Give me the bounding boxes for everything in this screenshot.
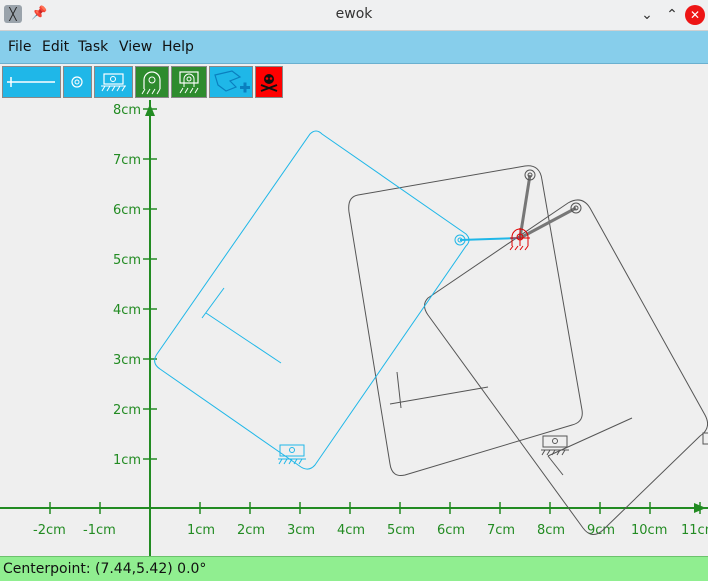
y-tick-label: 5cm bbox=[113, 253, 141, 268]
x-tick-label: 7cm bbox=[487, 523, 515, 538]
menu-task[interactable]: Task bbox=[78, 39, 108, 55]
window-title: ewok bbox=[335, 6, 373, 22]
ground-joint-icon bbox=[141, 71, 161, 95]
x-tick-label: 2cm bbox=[237, 523, 265, 538]
add-body-icon bbox=[214, 70, 250, 93]
status-text: Centerpoint: (7.44,5.42) 0.0° bbox=[3, 561, 207, 577]
toolbar bbox=[0, 64, 708, 100]
slider-tool-button[interactable] bbox=[94, 66, 133, 98]
y-tick-label: 1cm bbox=[113, 453, 141, 468]
menu-bar: File Edit Task View Help bbox=[0, 31, 708, 64]
menu-help[interactable]: Help bbox=[162, 39, 194, 55]
ground-slider-tool-button[interactable] bbox=[171, 66, 207, 98]
minimize-button[interactable]: ⌄ bbox=[637, 5, 657, 25]
delete-tool-button[interactable] bbox=[255, 66, 283, 98]
status-bar: Centerpoint: (7.44,5.42) 0.0° bbox=[0, 556, 708, 581]
y-tick-label: 3cm bbox=[113, 353, 141, 368]
title-bar: ╳ 📌 ewok ⌄ ⌃ ✕ bbox=[0, 0, 708, 31]
y-tick-label: 8cm bbox=[113, 103, 141, 118]
link-tool-button[interactable] bbox=[2, 66, 61, 98]
y-tick-label: 2cm bbox=[113, 403, 141, 418]
add-body-tool-button[interactable] bbox=[209, 66, 253, 98]
x-tick-label: 6cm bbox=[437, 523, 465, 538]
body-2[interactable] bbox=[348, 165, 583, 476]
x-tick-label: -1cm bbox=[83, 523, 116, 538]
y-axis-arrow bbox=[145, 104, 155, 116]
ground-joint-tool-button[interactable] bbox=[135, 66, 169, 98]
ground-slider-icon bbox=[179, 71, 199, 94]
x-tick-label: 5cm bbox=[387, 523, 415, 538]
x-tick-label: 9cm bbox=[587, 523, 615, 538]
menu-view[interactable]: View bbox=[119, 39, 152, 55]
joint-tool-button[interactable] bbox=[63, 66, 92, 98]
x-tick-label: -2cm bbox=[33, 523, 66, 538]
x-tick-label: 1cm bbox=[187, 523, 215, 538]
y-tick-label: 6cm bbox=[113, 203, 141, 218]
x-tick-label: 8cm bbox=[537, 523, 565, 538]
x-tick-label: 4cm bbox=[337, 523, 365, 538]
x-tick-label: 11cm bbox=[681, 523, 708, 538]
joint-icon bbox=[71, 76, 83, 88]
link-icon bbox=[7, 77, 55, 87]
y-tick-label: 7cm bbox=[113, 153, 141, 168]
slider-icon[interactable] bbox=[541, 435, 569, 456]
x-tick-label: 3cm bbox=[287, 523, 315, 538]
close-button[interactable]: ✕ bbox=[685, 5, 705, 25]
slider-icon bbox=[101, 73, 126, 92]
x-tick-label: 10cm bbox=[631, 523, 667, 538]
menu-file[interactable]: File bbox=[8, 39, 31, 55]
selected-body[interactable] bbox=[154, 130, 521, 470]
maximize-button[interactable]: ⌃ bbox=[662, 5, 682, 25]
skull-crossbones-icon bbox=[260, 74, 278, 92]
body-3[interactable] bbox=[424, 199, 708, 535]
menu-edit[interactable]: Edit bbox=[42, 39, 69, 55]
y-tick-label: 4cm bbox=[113, 303, 141, 318]
slider-icon[interactable] bbox=[702, 432, 708, 445]
drawing-canvas[interactable]: -2cm -1cm 1cm 2cm 3cm 4cm 5cm 6cm 7cm 8c… bbox=[0, 100, 708, 556]
